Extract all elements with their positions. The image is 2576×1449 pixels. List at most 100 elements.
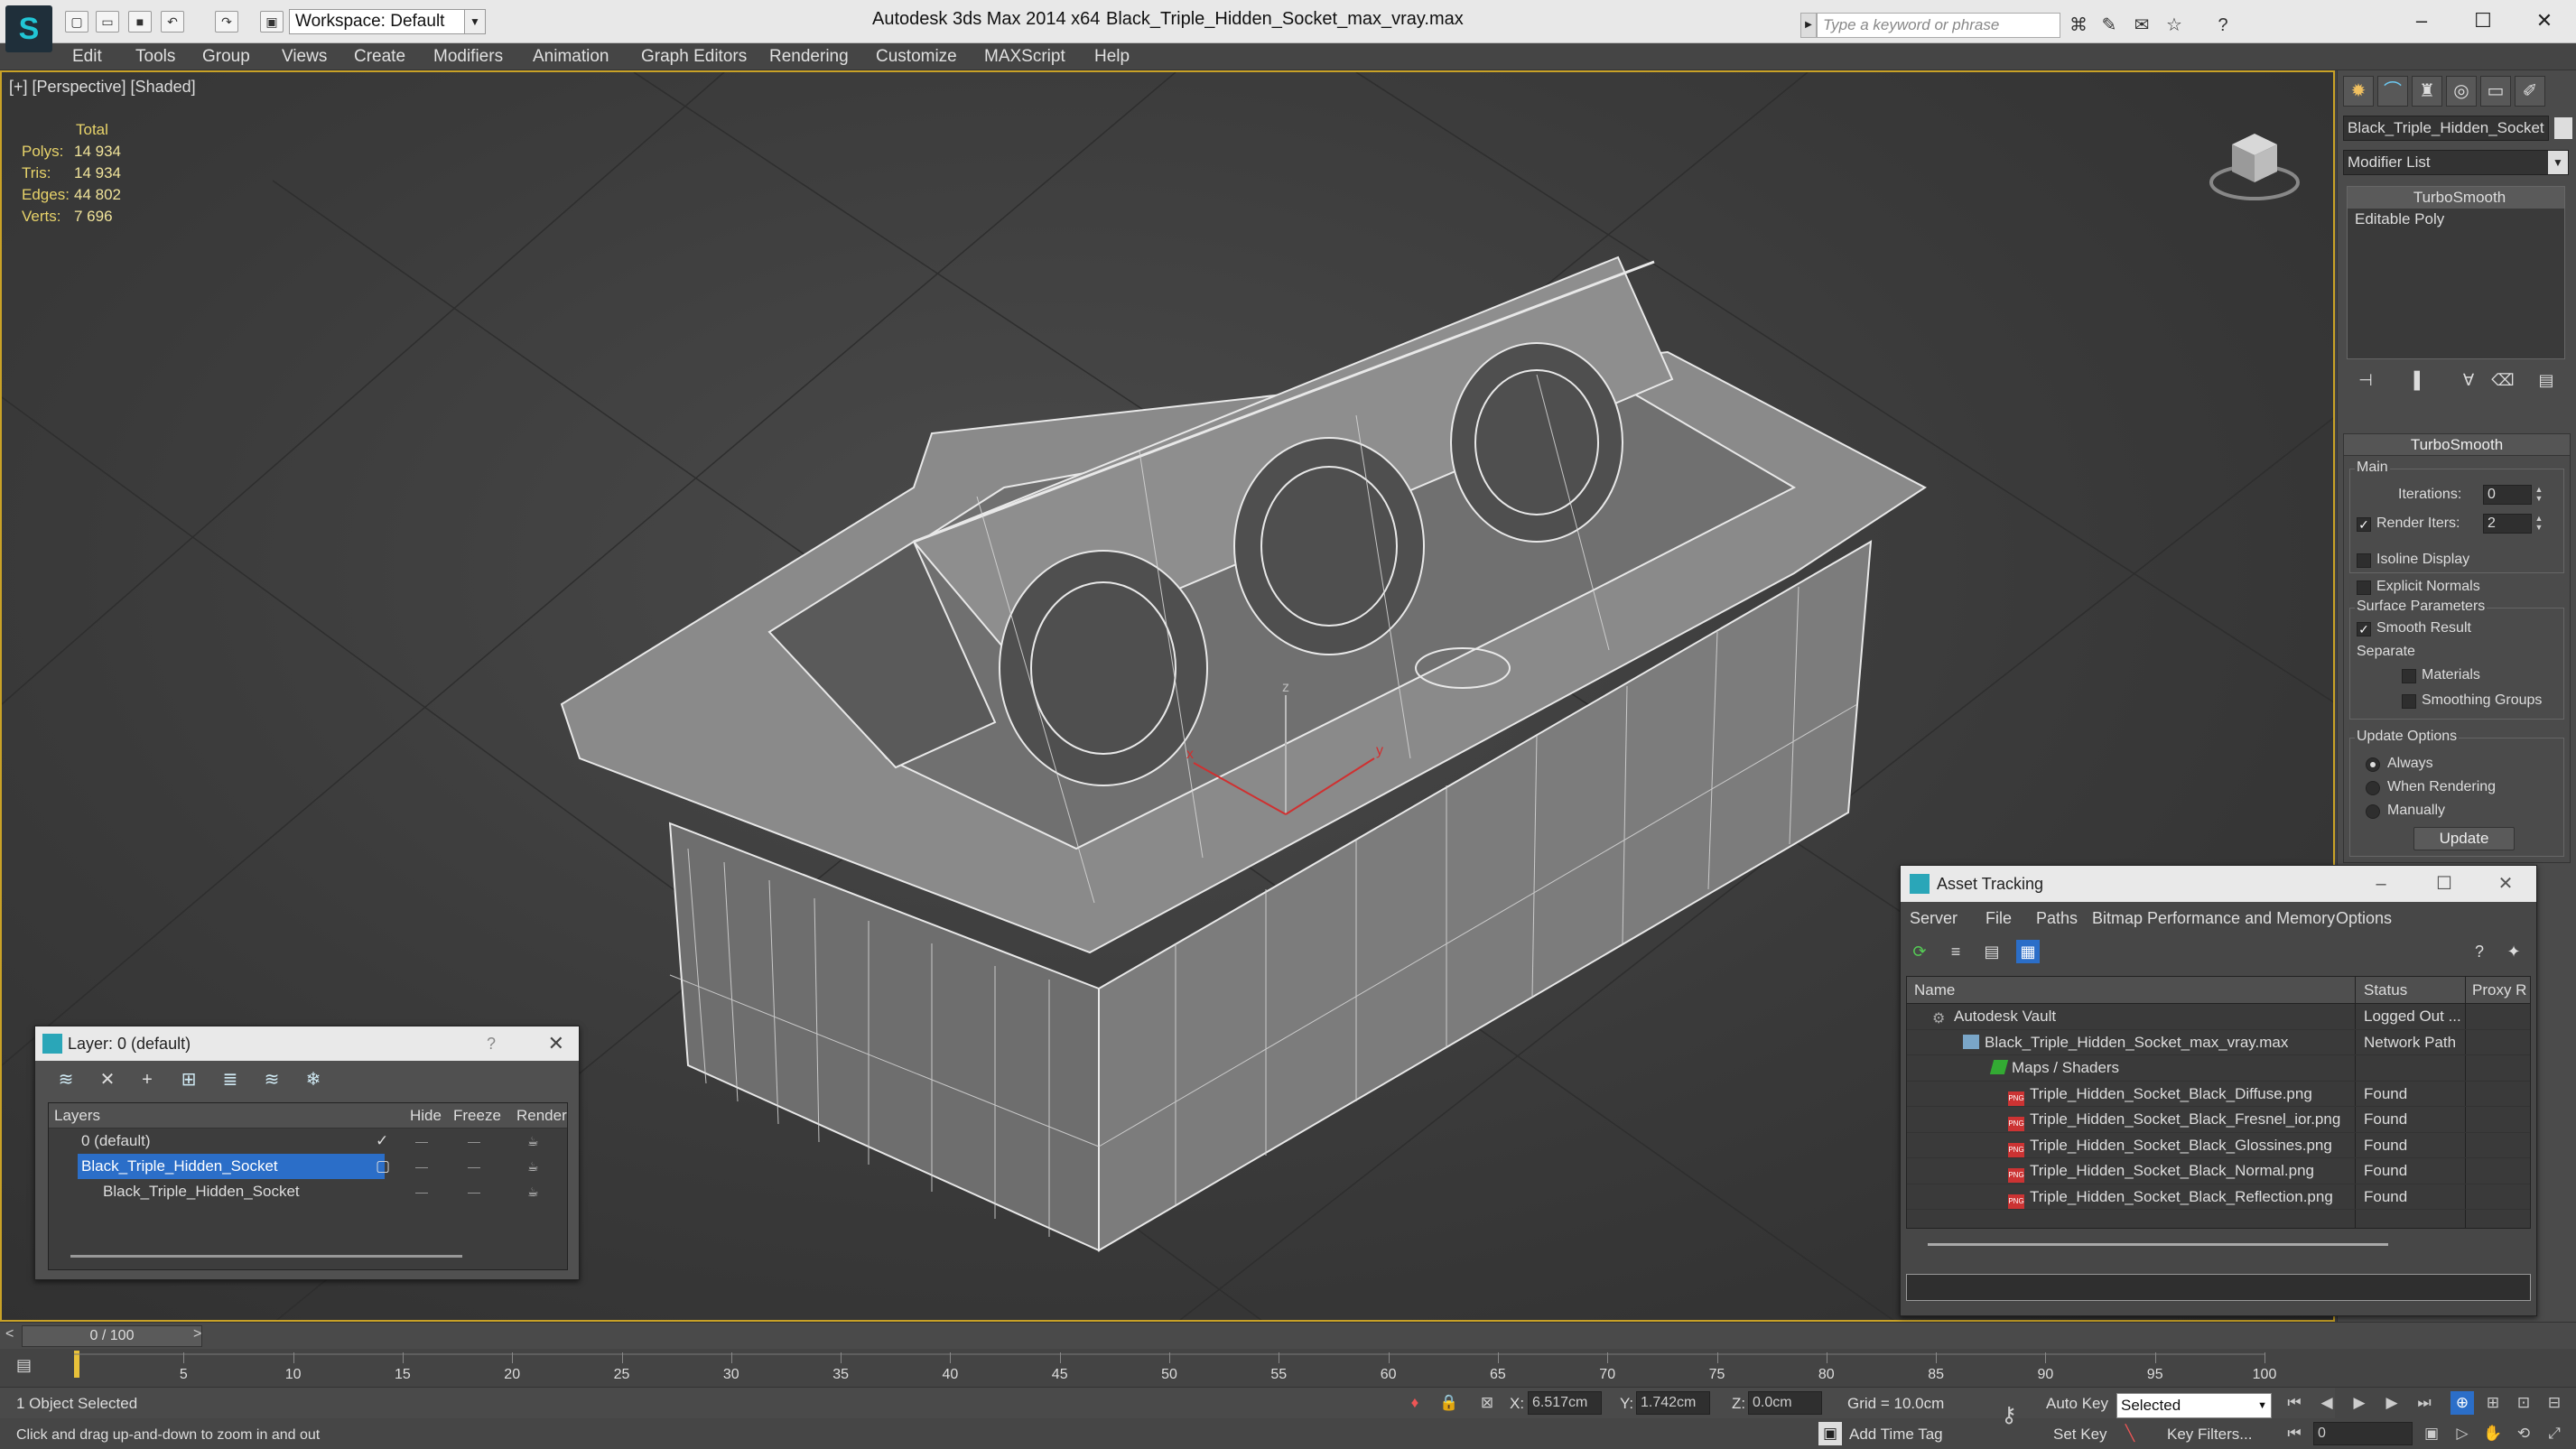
asset-row[interactable]: Maps / Shaders xyxy=(1907,1055,2530,1082)
close-icon[interactable]: ✕ xyxy=(2517,5,2571,36)
pan-view-icon[interactable]: ✋ xyxy=(2481,1422,2505,1445)
minimize-icon[interactable]: – xyxy=(2363,866,2399,902)
asset-row[interactable]: PNG Triple_Hidden_Socket_Black_Normal.png… xyxy=(1907,1158,2530,1184)
minimize-icon[interactable]: – xyxy=(2395,5,2449,36)
help-icon[interactable]: ? xyxy=(2210,13,2236,38)
hide-toggle[interactable]: — xyxy=(415,1129,428,1154)
explicit-normals-checkbox[interactable] xyxy=(2357,581,2371,595)
current-frame-field[interactable]: 0 xyxy=(2313,1422,2413,1445)
highlight-layer-icon[interactable]: ≣ xyxy=(218,1068,243,1091)
add-to-layer-icon[interactable]: + xyxy=(135,1068,160,1091)
time-slider-knob[interactable]: 0 / 100 xyxy=(22,1325,202,1347)
render-iters-spinner[interactable]: 2 xyxy=(2483,514,2532,534)
zoom-icon[interactable]: ⊕ xyxy=(2450,1391,2474,1415)
y-coordinate-field[interactable]: 1.742cm xyxy=(1636,1391,1710,1415)
undo-icon[interactable]: ↶ xyxy=(161,11,184,33)
modifier-stack[interactable]: TurboSmooth Editable Poly xyxy=(2347,186,2565,359)
asset-row[interactable]: PNG Triple_Hidden_Socket_Black_Reflection… xyxy=(1907,1184,2530,1210)
asset-row[interactable]: PNG Triple_Hidden_Socket_Black_Glossines.… xyxy=(1907,1133,2530,1158)
freeze-toggle[interactable]: — xyxy=(468,1129,480,1154)
object-color-swatch[interactable] xyxy=(2554,117,2572,139)
auto-key-button[interactable]: Auto Key xyxy=(2046,1395,2108,1413)
remove-modifier-icon[interactable]: ⌫ xyxy=(2489,367,2516,394)
go-to-start-icon[interactable]: ⏮ xyxy=(2283,1391,2306,1415)
menu-edit[interactable]: Edit xyxy=(72,47,102,67)
render-teapot-icon[interactable]: ☕ xyxy=(527,1179,539,1204)
freeze-column[interactable]: Freeze xyxy=(453,1103,501,1129)
menu-animation[interactable]: Animation xyxy=(533,47,609,67)
maximize-icon[interactable]: ☐ xyxy=(2456,5,2510,36)
time-configuration-icon[interactable]: ▣ xyxy=(2420,1422,2443,1445)
select-objects-icon[interactable]: ⊞ xyxy=(176,1068,201,1091)
create-layer-icon[interactable]: ≋ xyxy=(53,1068,79,1091)
render-teapot-icon[interactable]: ☕ xyxy=(527,1129,539,1154)
asset-menu-paths[interactable]: Paths xyxy=(2036,902,2078,934)
hide-all-icon[interactable]: ≋ xyxy=(259,1068,284,1091)
freeze-toggle[interactable]: — xyxy=(468,1154,480,1179)
menu-modifiers[interactable]: Modifiers xyxy=(433,47,503,67)
modifier-list-dropdown[interactable]: Modifier List ▼ xyxy=(2343,150,2569,175)
asset-menu-options[interactable]: Options xyxy=(2336,902,2392,934)
freeze-toggle[interactable]: — xyxy=(468,1179,480,1204)
iterations-spinner[interactable]: 0 xyxy=(2483,485,2532,505)
app-logo-icon[interactable]: S xyxy=(5,5,52,52)
menu-help[interactable]: Help xyxy=(1094,47,1130,67)
render-teapot-icon[interactable]: ☕ xyxy=(527,1154,539,1179)
hide-column[interactable]: Hide xyxy=(410,1103,442,1129)
asset-row[interactable]: Black_Triple_Hidden_Socket_max_vray.max … xyxy=(1907,1030,2530,1055)
options-icon[interactable]: ✦ xyxy=(2502,940,2525,963)
always-radio[interactable] xyxy=(2366,757,2380,772)
layer-name[interactable]: 0 (default) xyxy=(78,1129,151,1154)
save-file-icon[interactable]: ■ xyxy=(128,11,152,33)
subscription-icon[interactable]: ✎ xyxy=(2097,13,2122,38)
status-column[interactable]: Status xyxy=(2364,977,2407,1004)
absolute-mode-icon[interactable]: ⊠ xyxy=(1475,1391,1499,1415)
menu-maxscript[interactable]: MAXScript xyxy=(984,47,1065,67)
key-selection-dropdown[interactable]: Selected ▼ xyxy=(2116,1393,2272,1418)
object-name-field[interactable]: Black_Triple_Hidden_Socket xyxy=(2343,116,2549,141)
layer-scrollbar[interactable] xyxy=(70,1255,462,1258)
when-rendering-radio[interactable] xyxy=(2366,781,2380,795)
redo-icon[interactable]: ↷ xyxy=(215,11,238,33)
open-file-icon[interactable]: ▭ xyxy=(96,11,119,33)
zoom-extents-icon[interactable]: ⊡ xyxy=(2512,1391,2535,1415)
configure-sets-icon[interactable]: ▤ xyxy=(2533,367,2560,394)
menu-customize[interactable]: Customize xyxy=(876,47,957,67)
create-tab-icon[interactable]: ✹ xyxy=(2343,76,2374,107)
communication-center-icon[interactable]: ✉ xyxy=(2129,13,2154,38)
asset-menu-bitmap-performance[interactable]: Bitmap Performance and Memory xyxy=(2092,902,2335,934)
stack-item-editable-poly[interactable]: Editable Poly xyxy=(2348,209,2564,230)
display-tab-icon[interactable]: ▭ xyxy=(2480,76,2511,107)
current-layer-box-icon[interactable]: ▢ xyxy=(376,1154,390,1179)
table-view-icon[interactable]: ▦ xyxy=(2016,940,2040,963)
field-of-view-icon[interactable]: ▷ xyxy=(2450,1422,2474,1445)
go-to-end-icon[interactable]: ⏭ xyxy=(2413,1391,2436,1415)
z-coordinate-field[interactable]: 0.0cm xyxy=(1748,1391,1822,1415)
smooth-result-checkbox[interactable]: ✓ xyxy=(2357,622,2371,636)
close-icon[interactable]: ✕ xyxy=(548,1026,564,1061)
isoline-display-checkbox[interactable] xyxy=(2357,553,2371,568)
name-column[interactable]: Name xyxy=(1914,977,1955,1004)
hierarchy-tab-icon[interactable]: ♜ xyxy=(2412,76,2442,107)
binoculars-icon[interactable]: ⌘ xyxy=(2066,13,2091,38)
modify-tab-icon[interactable]: ⌒ xyxy=(2377,76,2408,107)
pin-stack-icon[interactable]: ⊣ xyxy=(2352,367,2379,394)
object-name[interactable]: Black_Triple_Hidden_Socket xyxy=(99,1179,300,1204)
menu-graph-editors[interactable]: Graph Editors xyxy=(641,47,747,67)
zoom-extents-all-icon[interactable]: ⊟ xyxy=(2543,1391,2566,1415)
asset-menu-server[interactable]: Server xyxy=(1910,902,1958,934)
help-icon[interactable]: ? xyxy=(487,1026,496,1061)
asset-row[interactable]: PNG Triple_Hidden_Socket_Black_Diffuse.pn… xyxy=(1907,1082,2530,1107)
maximize-viewport-icon[interactable]: ⤢ xyxy=(2543,1422,2566,1445)
maximize-icon[interactable]: ☐ xyxy=(2426,866,2462,902)
show-end-result-icon[interactable]: ▌ xyxy=(2406,367,2433,394)
materials-checkbox[interactable] xyxy=(2402,669,2416,683)
favorites-star-icon[interactable]: ☆ xyxy=(2162,13,2187,38)
time-slider-prev-icon[interactable]: < xyxy=(5,1326,14,1342)
set-key-mode-icon[interactable]: ⚷ xyxy=(1997,1404,2021,1427)
workspace-dropdown[interactable]: Workspace: Default▼ xyxy=(289,9,486,34)
menu-group[interactable]: Group xyxy=(202,47,250,67)
new-file-icon[interactable]: ▢ xyxy=(65,11,88,33)
make-unique-icon[interactable]: ∀ xyxy=(2455,367,2482,394)
hide-toggle[interactable]: — xyxy=(415,1154,428,1179)
